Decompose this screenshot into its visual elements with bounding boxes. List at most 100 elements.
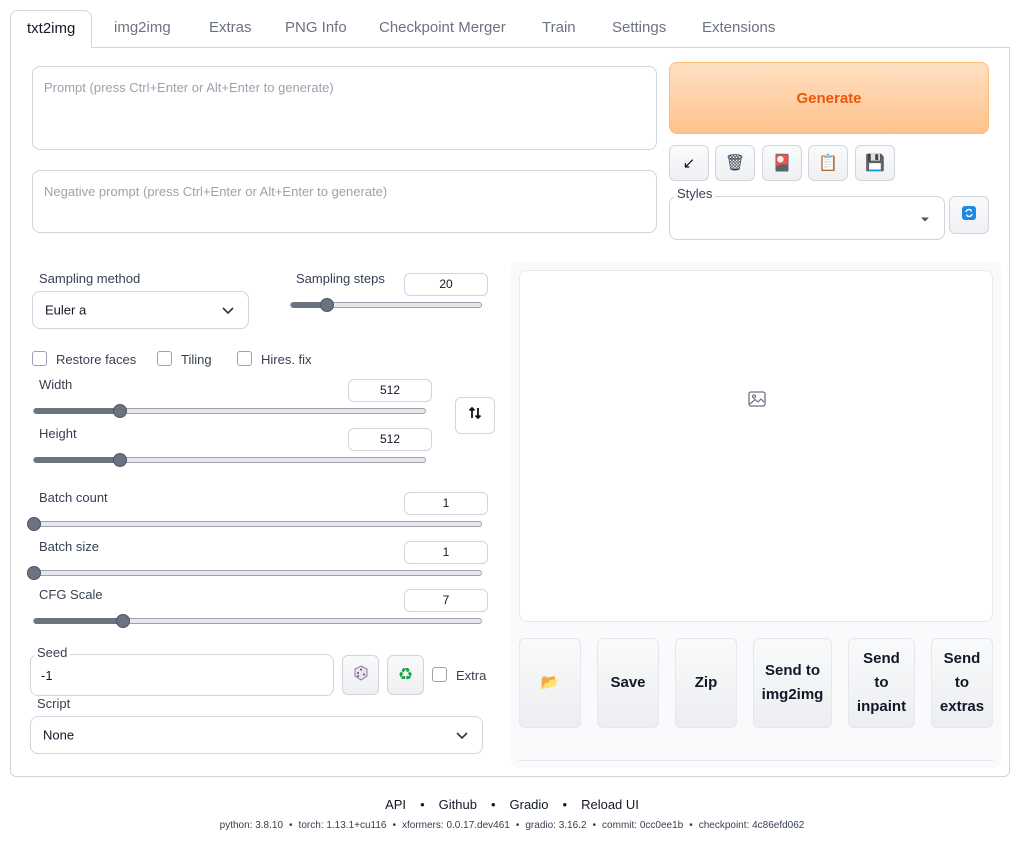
image-placeholder-icon <box>748 391 766 410</box>
batch-count-input[interactable]: 1 <box>404 492 488 515</box>
dice-icon <box>353 664 369 686</box>
save-button[interactable]: Save <box>597 638 659 728</box>
width-thumb[interactable] <box>113 404 128 418</box>
extra-seed-checkbox[interactable] <box>432 667 447 682</box>
send-to-extras-button[interactable]: Send to extras <box>931 638 993 728</box>
output-image-area <box>519 270 993 622</box>
script-dropdown[interactable]: None <box>30 716 483 754</box>
gradio-version: gradio: 3.16.2 <box>525 820 587 831</box>
apply-style-button[interactable]: 📋 <box>808 145 848 181</box>
refresh-styles-button[interactable] <box>949 196 989 234</box>
recycle-icon: ♻ <box>397 665 414 684</box>
cfg-scale-label: CFG Scale <box>39 587 103 602</box>
batch-count-thumb[interactable] <box>27 517 41 531</box>
seed-label: Seed <box>34 645 71 660</box>
height-slider[interactable] <box>33 453 426 467</box>
card-icon: 🎴 <box>772 155 792 172</box>
send-to-inpaint-button[interactable]: Send to inpaint <box>848 638 915 728</box>
restore-faces-checkbox[interactable] <box>32 351 47 366</box>
negative-prompt-input[interactable]: Negative prompt (press Ctrl+Enter or Alt… <box>32 170 657 233</box>
footer-links: API • Github • Gradio • Reload UI <box>385 797 639 812</box>
gallery-divider <box>519 760 993 761</box>
tab-checkpoint-merger[interactable]: Checkpoint Merger <box>363 10 522 48</box>
batch-count-slider[interactable] <box>27 517 482 531</box>
seed-value: -1 <box>41 668 53 683</box>
sampling-steps-slider[interactable] <box>290 298 482 312</box>
save-style-button[interactable]: 💾 <box>855 145 895 181</box>
refresh-icon <box>962 205 976 225</box>
tab-train[interactable]: Train <box>526 10 592 48</box>
arrow-down-left-icon: ↙ <box>682 155 696 172</box>
tiling-checkbox[interactable] <box>157 351 172 366</box>
tab-extras[interactable]: Extras <box>193 10 268 48</box>
batch-count-label: Batch count <box>39 490 108 505</box>
trash-icon: 🗑 <box>724 155 746 172</box>
chevron-down-icon <box>456 728 468 743</box>
reuse-seed-button[interactable]: ♻ <box>387 655 424 695</box>
tiling-label: Tiling <box>181 352 212 367</box>
height-label: Height <box>39 426 77 441</box>
swap-dimensions-button[interactable] <box>455 397 495 434</box>
swap-vertical-icon <box>468 406 482 425</box>
tab-settings[interactable]: Settings <box>596 10 682 48</box>
width-label: Width <box>39 377 73 392</box>
prompt-placeholder: Prompt (press Ctrl+Enter or Alt+Enter to… <box>44 80 334 95</box>
tab-extensions[interactable]: Extensions <box>686 10 791 48</box>
cfg-scale-fill <box>34 618 124 624</box>
script-label: Script <box>37 696 71 711</box>
generate-button[interactable]: Generate <box>669 62 989 134</box>
cfg-scale-input[interactable]: 7 <box>404 589 488 612</box>
batch-size-slider[interactable] <box>27 566 482 580</box>
width-slider[interactable] <box>33 404 426 418</box>
torch-version: torch: 1.13.1+cu116 <box>298 820 387 831</box>
chevron-down-icon <box>222 303 234 318</box>
tab-png-info[interactable]: PNG Info <box>269 10 363 48</box>
height-thumb[interactable] <box>113 453 128 467</box>
paste-arrow-button[interactable]: ↙ <box>669 145 709 181</box>
tab-bar: txt2img img2img Extras PNG Info Checkpoi… <box>10 10 1010 48</box>
commit-hash: commit: 0cc0ee1b <box>602 820 684 831</box>
hires-fix-label: Hires. fix <box>261 352 312 367</box>
tab-img2img[interactable]: img2img <box>98 10 187 48</box>
prompt-input[interactable]: Prompt (press Ctrl+Enter or Alt+Enter to… <box>32 66 657 150</box>
sampling-steps-label: Sampling steps <box>296 271 385 286</box>
clipboard-icon: 📋 <box>818 155 838 172</box>
extra-networks-button[interactable]: 🎴 <box>762 145 802 181</box>
python-version: python: 3.8.10 <box>219 820 284 831</box>
styles-label: Styles <box>674 186 716 201</box>
reload-ui-link[interactable]: Reload UI <box>581 797 639 812</box>
cfg-scale-slider[interactable] <box>33 614 482 628</box>
hires-fix-checkbox[interactable] <box>237 351 252 366</box>
sampling-method-value: Euler a <box>45 302 87 318</box>
width-input[interactable]: 512 <box>348 379 432 402</box>
folder-icon: 📂 <box>540 674 560 691</box>
checkpoint-hash: checkpoint: 4c86efd062 <box>698 820 805 831</box>
save-icon: 💾 <box>865 155 885 172</box>
open-folder-button[interactable]: 📂 <box>519 638 581 728</box>
github-link[interactable]: Github <box>439 797 477 812</box>
seed-input[interactable]: -1 <box>30 654 334 696</box>
height-fill <box>34 457 121 463</box>
width-fill <box>34 408 121 414</box>
sampling-steps-thumb[interactable] <box>320 298 335 312</box>
gradio-link[interactable]: Gradio <box>510 797 549 812</box>
caret-down-icon <box>920 211 930 226</box>
negative-prompt-placeholder: Negative prompt (press Ctrl+Enter or Alt… <box>44 184 388 199</box>
batch-size-input[interactable]: 1 <box>404 541 488 564</box>
sampling-method-dropdown[interactable]: Euler a <box>32 291 249 329</box>
batch-size-label: Batch size <box>39 539 99 554</box>
height-input[interactable]: 512 <box>348 428 432 451</box>
api-link[interactable]: API <box>385 797 406 812</box>
script-value: None <box>43 727 75 743</box>
version-info: python: 3.8.10 • torch: 1.13.1+cu116 • xform… <box>219 820 805 831</box>
random-seed-button[interactable] <box>342 655 379 695</box>
clear-button[interactable]: 🗑 <box>715 145 755 181</box>
xformers-version: xformers: 0.0.17.dev461 <box>402 820 510 831</box>
tab-txt2img[interactable]: txt2img <box>10 10 93 48</box>
zip-button[interactable]: Zip <box>675 638 737 728</box>
sampling-steps-input[interactable]: 20 <box>404 273 488 296</box>
styles-dropdown[interactable] <box>669 196 945 240</box>
batch-size-thumb[interactable] <box>27 566 41 580</box>
extra-seed-label: Extra <box>456 668 487 683</box>
send-to-img2img-button[interactable]: Send to img2img <box>753 638 832 728</box>
